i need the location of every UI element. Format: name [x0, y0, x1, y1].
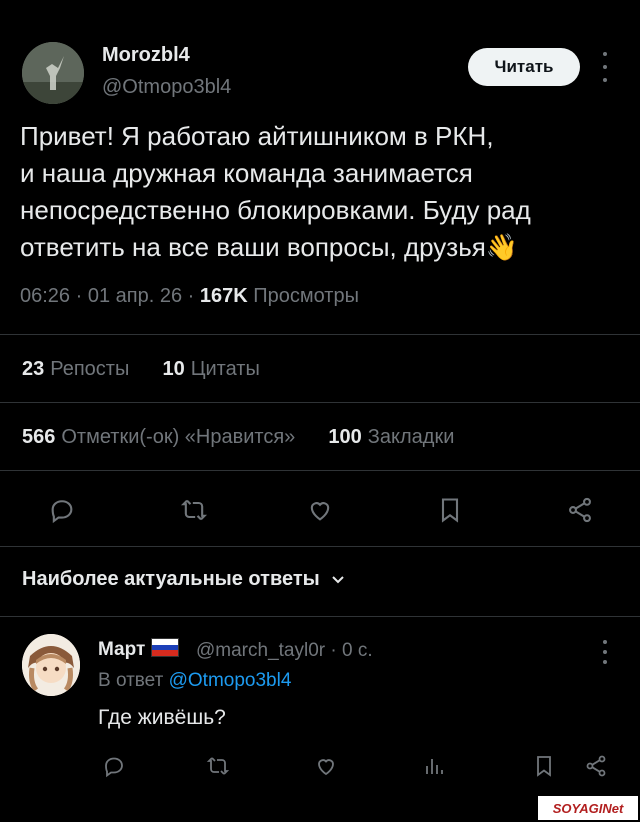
reply-bookmark-icon[interactable] — [532, 754, 556, 778]
share-icon[interactable] — [566, 496, 594, 524]
reply-more-options-icon[interactable] — [598, 640, 612, 664]
reply-to-line: В ответ @Otmopo3bl4 — [98, 670, 291, 692]
author-avatar[interactable] — [22, 42, 84, 104]
reply-like-icon[interactable] — [314, 754, 338, 778]
divider — [0, 616, 640, 617]
post-text-line: непосредственно блокировками. Буду рад — [20, 195, 531, 225]
likes-stat[interactable]: 566 Отметки(-ок) «Нравится» — [22, 426, 295, 448]
separator-dot: · — [187, 285, 200, 307]
replies-sort-dropdown[interactable]: Наиболее актуальные ответы — [22, 568, 345, 591]
more-options-icon[interactable] — [598, 52, 612, 82]
repost-icon[interactable] — [180, 496, 208, 524]
reply-repost-icon[interactable] — [206, 754, 230, 778]
divider — [0, 334, 640, 335]
separator-dot: · — [75, 285, 88, 307]
reply-handle-line: @march_tayl0r · 0 с. — [196, 640, 373, 662]
reposts-stat[interactable]: 23 Репосты — [22, 358, 129, 380]
reply-author-handle[interactable]: @march_tayl0r — [196, 640, 325, 661]
reply-to-handle[interactable]: @Otmopo3bl4 — [169, 670, 292, 691]
post-time[interactable]: 06:26 — [20, 285, 70, 307]
reply-author-name-text: Март — [98, 639, 146, 660]
quotes-label: Цитаты — [190, 358, 260, 380]
reposts-count: 23 — [22, 358, 45, 380]
reply-text: Где живёшь? — [98, 706, 226, 729]
reply-reply-icon[interactable] — [102, 754, 126, 778]
watermark-logo: SOYAGINet — [538, 796, 638, 820]
divider — [0, 402, 640, 403]
author-handle[interactable]: @Otmopo3bl4 — [102, 76, 231, 99]
bookmarks-label: Закладки — [367, 426, 455, 448]
reply-avatar[interactable] — [22, 634, 80, 696]
divider — [0, 470, 640, 471]
post-text-line: Привет! Я работаю айтишником в РКН, — [20, 121, 494, 151]
chevron-down-icon — [331, 568, 345, 591]
bookmark-icon[interactable] — [436, 496, 464, 524]
read-button[interactable]: Читать — [468, 48, 580, 86]
stats-row-likes: 566 Отметки(-ок) «Нравится» 100 Закладки — [22, 426, 454, 449]
post-text: Привет! Я работаю айтишником в РКН, и на… — [20, 118, 620, 266]
post-text-line: ответить на все ваши вопросы, друзья👋 — [20, 232, 519, 262]
reply-time[interactable]: 0 с. — [342, 640, 373, 661]
post-date[interactable]: 01 апр. 26 — [88, 285, 182, 307]
bookmarks-count: 100 — [328, 426, 362, 448]
views-count: 167K — [199, 285, 248, 307]
reposts-label: Репосты — [50, 358, 130, 380]
replies-sort-label: Наиболее актуальные ответы — [22, 568, 320, 590]
separator-dot: · — [330, 640, 342, 661]
bookmarks-stat[interactable]: 100 Закладки — [328, 426, 454, 448]
likes-label: Отметки(-ок) «Нравится» — [61, 426, 296, 448]
reply-icon[interactable] — [48, 496, 76, 524]
reply-share-icon[interactable] — [584, 754, 608, 778]
views-label: Просмотры — [253, 285, 359, 307]
reply-views-icon[interactable] — [422, 754, 446, 778]
post-text-line: и наша дружная команда занимается — [20, 158, 473, 188]
reply-to-prefix: В ответ — [98, 670, 164, 691]
russia-flag-icon — [151, 638, 180, 657]
author-name[interactable]: Morozbl4 — [102, 44, 190, 67]
quotes-count: 10 — [162, 358, 185, 380]
likes-count: 566 — [22, 426, 56, 448]
quotes-stat[interactable]: 10 Цитаты — [162, 358, 259, 380]
post-meta: 06:26 · 01 апр. 26 · 167K Просмотры — [20, 285, 359, 308]
like-icon[interactable] — [306, 496, 334, 524]
divider — [0, 546, 640, 547]
reply-author-name[interactable]: Март — [98, 638, 187, 661]
stats-row-reposts: 23 Репосты 10 Цитаты — [22, 358, 260, 381]
